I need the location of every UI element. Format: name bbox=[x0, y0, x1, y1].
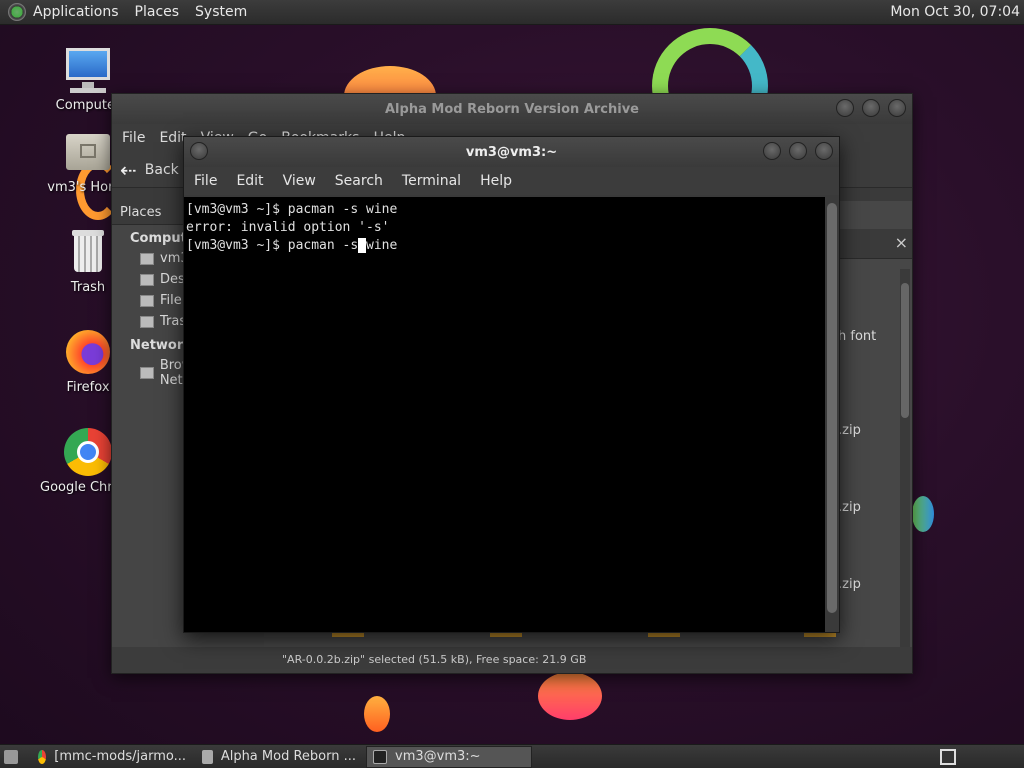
network-icon bbox=[140, 367, 154, 379]
taskbar-item-terminal[interactable]: vm3@vm3:~ bbox=[366, 745, 532, 768]
distro-logo-icon[interactable] bbox=[8, 3, 26, 21]
taskbar-item-file-manager[interactable]: Alpha Mod Reborn ... bbox=[196, 746, 362, 768]
drive-icon bbox=[140, 294, 154, 307]
maximize-button[interactable] bbox=[789, 142, 807, 160]
applications-menu[interactable]: Applications bbox=[33, 4, 119, 20]
menu-view[interactable]: View bbox=[283, 173, 316, 189]
folder-icon bbox=[202, 749, 213, 764]
titlebar-left-spacer bbox=[190, 142, 208, 160]
chrome-icon bbox=[64, 428, 112, 476]
computer-icon bbox=[64, 46, 112, 94]
chrome-icon bbox=[38, 749, 47, 764]
wallpaper-blue-blob bbox=[912, 496, 934, 532]
minimize-button[interactable] bbox=[763, 142, 781, 160]
wallpaper-orange-blob-bottom bbox=[538, 672, 602, 720]
wallpaper-orange-blob-small bbox=[364, 696, 390, 732]
terminal-icon bbox=[373, 749, 387, 764]
terminal-titlebar[interactable]: vm3@vm3:~ bbox=[184, 137, 839, 167]
file-item[interactable]: h font bbox=[838, 329, 876, 344]
home-icon bbox=[140, 252, 154, 265]
terminal-input: wine bbox=[366, 238, 398, 253]
show-desktop-button[interactable] bbox=[0, 746, 28, 768]
terminal-scrollbar[interactable] bbox=[825, 197, 839, 632]
minimize-button[interactable] bbox=[836, 99, 854, 117]
menu-search[interactable]: Search bbox=[335, 173, 383, 189]
window-menu-button[interactable] bbox=[190, 142, 208, 160]
terminal-prompt: [vm3@vm3 ~]$ pacman -s bbox=[186, 238, 359, 253]
top-panel: Applications Places System Mon Oct 30, 0… bbox=[0, 0, 1024, 25]
taskbar-item-label: vm3@vm3:~ bbox=[395, 749, 481, 764]
places-menu[interactable]: Places bbox=[135, 4, 180, 20]
home-folder-icon bbox=[64, 128, 112, 176]
file-item[interactable]: .zip bbox=[838, 423, 861, 438]
bottom-panel: [mmc-mods/jarmo... Alpha Mod Reborn ... … bbox=[0, 744, 1024, 768]
clock[interactable]: Mon Oct 30, 07:04 bbox=[890, 4, 1020, 20]
firefox-icon bbox=[64, 328, 112, 376]
file-manager-titlebar[interactable]: Alpha Mod Reborn Version Archive bbox=[112, 94, 912, 124]
text-cursor bbox=[358, 238, 367, 253]
terminal-current-line: [vm3@vm3 ~]$ pacman -s wine bbox=[186, 237, 825, 255]
terminal-window[interactable]: vm3@vm3:~ File Edit View Search Terminal… bbox=[183, 136, 840, 633]
window-title: Alpha Mod Reborn Version Archive bbox=[385, 101, 639, 117]
close-button[interactable] bbox=[888, 99, 906, 117]
terminal-line: error: invalid option '-s' bbox=[186, 220, 390, 235]
close-tab-icon[interactable]: × bbox=[895, 233, 908, 252]
menu-help[interactable]: Help bbox=[480, 173, 512, 189]
taskbar-item-label: Alpha Mod Reborn ... bbox=[220, 749, 356, 764]
file-view-scrollbar[interactable] bbox=[900, 269, 910, 647]
file-item[interactable]: .zip bbox=[838, 577, 861, 592]
desktop-icon bbox=[140, 273, 154, 286]
window-controls bbox=[836, 99, 906, 117]
taskbar-item-chrome[interactable]: [mmc-mods/jarmo... bbox=[32, 746, 192, 768]
trash-icon bbox=[64, 228, 112, 276]
menu-terminal[interactable]: Terminal bbox=[402, 173, 461, 189]
menu-file[interactable]: File bbox=[122, 130, 145, 146]
status-bar: "AR-0.0.2b.zip" selected (51.5 kB), Free… bbox=[112, 647, 912, 673]
workspace-switcher[interactable] bbox=[940, 749, 956, 765]
terminal-line: [vm3@vm3 ~]$ pacman -s wine bbox=[186, 202, 398, 217]
system-menu[interactable]: System bbox=[195, 4, 247, 20]
menu-edit[interactable]: Edit bbox=[236, 173, 263, 189]
maximize-button[interactable] bbox=[862, 99, 880, 117]
file-item[interactable]: .zip bbox=[838, 500, 861, 515]
window-controls bbox=[763, 142, 833, 160]
close-button[interactable] bbox=[815, 142, 833, 160]
menu-file[interactable]: File bbox=[194, 173, 217, 189]
taskbar-item-label: [mmc-mods/jarmo... bbox=[54, 749, 186, 764]
terminal-output[interactable]: [vm3@vm3 ~]$ pacman -s wine error: invali… bbox=[184, 197, 827, 632]
terminal-menubar: File Edit View Search Terminal Help bbox=[184, 167, 839, 195]
window-title: vm3@vm3:~ bbox=[465, 144, 558, 160]
trash-icon bbox=[140, 315, 154, 328]
back-button[interactable]: Back bbox=[145, 162, 179, 178]
show-desktop-icon bbox=[4, 749, 18, 764]
scrollbar-thumb[interactable] bbox=[827, 203, 837, 613]
back-arrow-icon[interactable]: ⇠ bbox=[120, 158, 137, 182]
scrollbar-thumb[interactable] bbox=[901, 283, 909, 418]
